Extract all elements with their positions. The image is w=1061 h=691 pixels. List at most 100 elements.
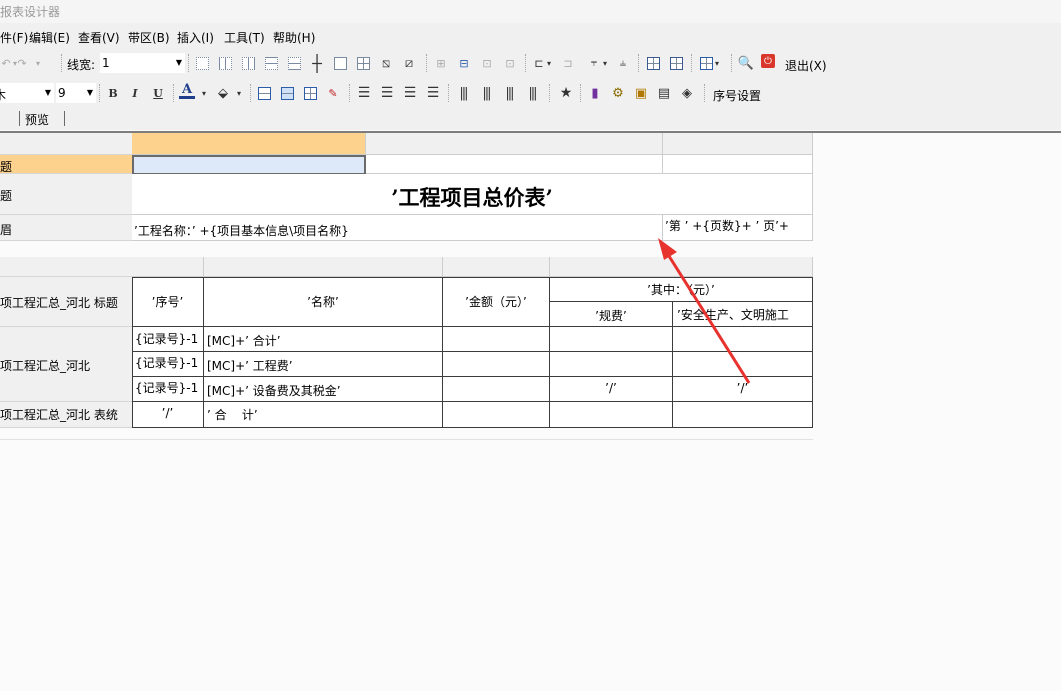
diagonal-down-icon[interactable]: ⧅ — [378, 55, 394, 71]
stamp-icon[interactable]: ◈ — [679, 85, 695, 101]
settings-icon[interactable]: ⚙ — [610, 85, 626, 101]
cell-edit-icon[interactable]: ✎ — [325, 85, 341, 101]
insert-col-dropdown-icon[interactable]: ▾ — [600, 55, 610, 71]
valign-top-icon[interactable]: ||| — [455, 85, 471, 101]
table-row-amount[interactable] — [443, 377, 550, 402]
exit-button[interactable]: 退出(X) — [785, 57, 827, 74]
split-v-disabled-icon[interactable]: ⊡ — [479, 55, 495, 71]
distribute-icon[interactable]: ||| — [524, 85, 540, 101]
column-ruler[interactable] — [366, 133, 663, 155]
fill-color-dropdown-icon[interactable]: ▾ — [234, 85, 244, 101]
column-ruler[interactable] — [663, 133, 813, 155]
folder-icon[interactable]: ▣ — [633, 85, 649, 101]
menu-file[interactable]: 件(F) — [0, 29, 28, 46]
italic-button[interactable]: I — [127, 85, 143, 101]
column-ruler[interactable] — [550, 257, 813, 277]
menu-tools[interactable]: 工具(T) — [224, 29, 265, 46]
border-inner-icon[interactable]: ┼ — [309, 54, 325, 73]
table-row-safety[interactable] — [673, 352, 813, 377]
band-column-header[interactable]: 项工程汇总_河北 标题 — [0, 277, 132, 327]
tab-preview[interactable]: 预览 — [25, 111, 49, 128]
table-row-fee[interactable] — [550, 327, 673, 352]
merge-disabled-icon[interactable]: ⊞ — [433, 55, 449, 71]
table-row-name[interactable]: [MC]+’ 工程费’ — [204, 352, 443, 377]
valign-bottom-icon[interactable]: ||| — [501, 85, 517, 101]
table-row-seq[interactable]: {记录号}-1 — [132, 352, 204, 377]
table-row-fee[interactable]: ’/’ — [550, 377, 673, 402]
align-justify-icon[interactable]: ☰ — [425, 85, 441, 101]
border-right-icon[interactable] — [240, 55, 256, 71]
header-amount-cell[interactable]: ’金额（元）’ — [443, 277, 550, 327]
menu-band[interactable]: 带区(B) — [128, 29, 170, 46]
align-left-icon[interactable]: ☰ — [356, 85, 372, 101]
split-h-disabled-icon[interactable]: ⊡ — [502, 55, 518, 71]
total-seq-cell[interactable]: ’/’ — [132, 402, 204, 428]
table-row-amount[interactable] — [443, 352, 550, 377]
band-page-header[interactable]: 眉 — [0, 215, 132, 241]
font-color-button[interactable]: A — [179, 82, 195, 99]
insert-row-dropdown-icon[interactable]: ▾ — [544, 55, 554, 71]
menu-edit[interactable]: 编辑(E) — [29, 29, 70, 46]
delete-col-icon[interactable]: ⫨ — [615, 55, 631, 71]
grid-cell[interactable] — [663, 155, 813, 174]
font-color-dropdown-icon[interactable]: ▾ — [199, 85, 209, 101]
band-title[interactable]: 题 — [0, 174, 132, 215]
fill-color-icon[interactable]: ⬙ — [215, 85, 231, 101]
print-preview-icon[interactable]: 🔍 — [738, 55, 754, 71]
valign-middle-icon[interactable]: ||| — [478, 85, 494, 101]
cell-style-icon[interactable] — [279, 85, 295, 101]
equal-height-icon[interactable] — [668, 55, 684, 71]
project-name-cell[interactable]: ’工程名称：’ +{项目基本信息\项目名称} — [132, 215, 663, 241]
band-detail[interactable]: 项工程汇总_河北 — [0, 327, 132, 402]
table-row-name[interactable]: [MC]+’ 合计’ — [204, 327, 443, 352]
border-top-icon[interactable] — [263, 55, 279, 71]
diagonal-up-icon[interactable]: ⧄ — [401, 55, 417, 71]
border-dotted-icon[interactable] — [194, 55, 210, 71]
total-name-cell[interactable]: ’ 合 计’ — [204, 402, 443, 428]
table-row-fee[interactable] — [550, 352, 673, 377]
total-fee-cell[interactable] — [550, 402, 673, 428]
bold-button[interactable]: B — [105, 85, 121, 101]
exit-icon[interactable]: ⏻ — [761, 54, 775, 68]
equal-width-icon[interactable] — [645, 55, 661, 71]
header-seq-cell[interactable]: ’序号’ — [132, 277, 204, 327]
merge-cells-icon[interactable]: ⊟ — [456, 55, 472, 71]
star-icon[interactable]: ★ — [558, 85, 574, 101]
table-dropdown-icon[interactable]: ▾ — [712, 55, 722, 71]
table-row-amount[interactable] — [443, 327, 550, 352]
table-row-name[interactable]: [MC]+’ 设备费及其税金’ — [204, 377, 443, 402]
align-center-icon[interactable]: ☰ — [379, 85, 395, 101]
linewidth-select[interactable]: 1 ▼ — [100, 53, 185, 73]
border-left-icon[interactable] — [217, 55, 233, 71]
border-outer-icon[interactable] — [332, 55, 348, 71]
menu-insert[interactable]: 插入(I) — [177, 29, 214, 46]
menu-help[interactable]: 帮助(H) — [273, 29, 315, 46]
column-ruler[interactable] — [443, 257, 550, 277]
font-name-select[interactable]: 木 ▼ — [0, 83, 54, 103]
document-icon[interactable]: ▤ — [656, 85, 672, 101]
font-size-select[interactable]: 9 ▼ — [56, 83, 96, 103]
table-row-seq[interactable]: {记录号}-1 — [132, 377, 204, 402]
header-of-which-cell[interactable]: ’其中：（元）’ — [550, 277, 813, 302]
column-ruler[interactable] — [132, 257, 204, 277]
column-ruler-selected[interactable] — [132, 133, 366, 155]
cell-grid-icon[interactable] — [302, 85, 318, 101]
grid-cell[interactable] — [366, 155, 663, 174]
page-number-cell[interactable]: ’第 ’ +{页数}+ ’ 页’+ — [663, 215, 813, 241]
report-designer-canvas[interactable]: 题 题 眉 项工程汇总_河北 标题 项工程汇总_河北 项工程汇总_河北 表统 ’… — [0, 133, 1061, 691]
delete-row-icon[interactable]: ⊐ — [560, 55, 576, 71]
report-title-cell[interactable]: ’工程项目总价表’ — [132, 174, 813, 215]
selected-cell[interactable] — [132, 155, 366, 175]
cell-format-icon[interactable] — [256, 85, 272, 101]
redo-dropdown-icon[interactable]: ▾ — [33, 55, 43, 71]
header-name-cell[interactable]: ’名称’ — [204, 277, 443, 327]
header-safety-cell[interactable]: ’安全生产、文明施工 — [673, 302, 813, 327]
column-ruler[interactable] — [204, 257, 443, 277]
align-right-icon[interactable]: ☰ — [402, 85, 418, 101]
border-bottom-icon[interactable] — [286, 55, 302, 71]
redo-icon[interactable]: ↷ — [14, 55, 30, 71]
band-title-selected[interactable]: 题 — [0, 155, 132, 174]
total-safety-cell[interactable] — [673, 402, 813, 428]
border-all-icon[interactable] — [355, 55, 371, 71]
underline-button[interactable]: U — [150, 85, 166, 101]
